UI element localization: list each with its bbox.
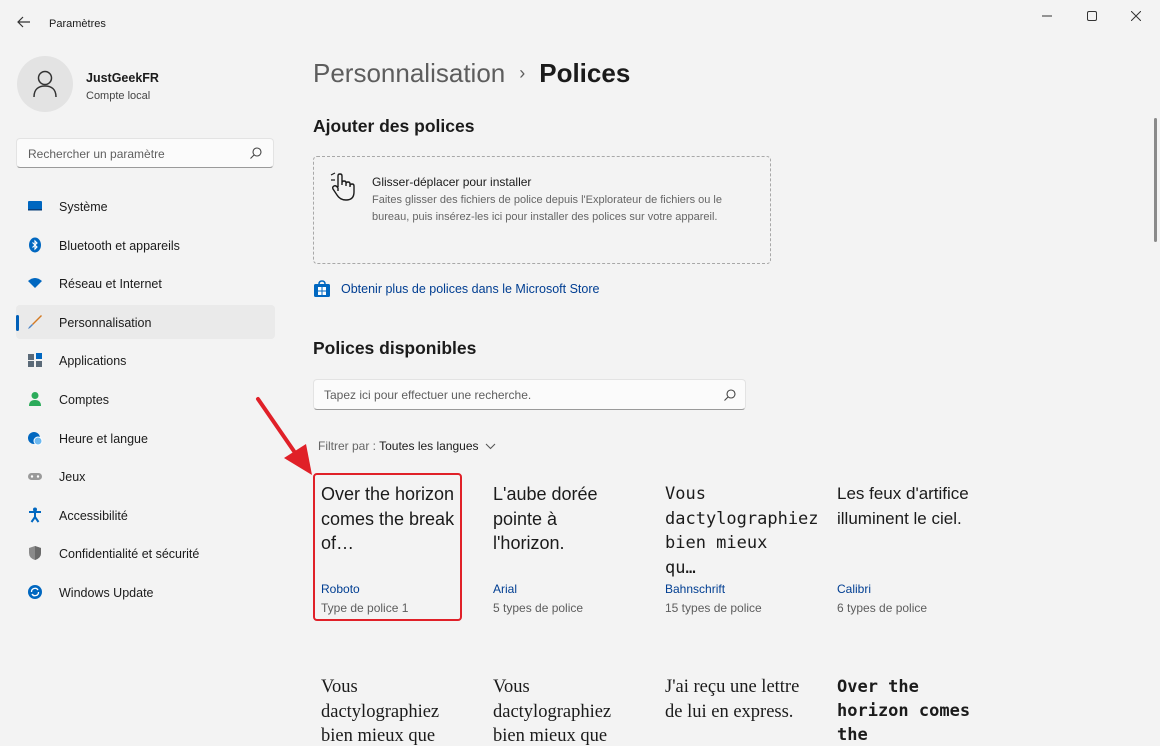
brush-icon	[28, 314, 42, 329]
sidebar-item-label: Accessibilité	[59, 508, 128, 523]
font-card[interactable]: Vous dactylographiez bien mieux que	[485, 667, 635, 746]
add-fonts-heading: Ajouter des polices	[313, 116, 475, 136]
font-card[interactable]: J'ai reçu une lettre de lui en express.	[657, 667, 807, 746]
font-preview: Over the horizon comes the	[837, 677, 971, 745]
sidebar-nav: Système Bluetooth et appareils Réseau et…	[16, 189, 275, 614]
user-name: JustGeekFR	[86, 71, 159, 85]
monitor-icon	[28, 201, 42, 211]
sidebar-item-label: Système	[59, 200, 108, 214]
account-type: Compte local	[86, 90, 151, 102]
store-icon	[314, 280, 330, 297]
drop-zone-title: Glisser-déplacer pour installer	[372, 175, 532, 189]
sidebar-item-label: Applications	[59, 354, 127, 369]
update-icon	[28, 584, 42, 599]
filter-value: Toutes les langues	[379, 439, 479, 453]
font-type-count: 15 types de police	[665, 601, 762, 615]
microsoft-store-link-label: Obtenir plus de polices dans le Microsof…	[341, 282, 600, 296]
person-icon	[29, 391, 41, 406]
page-title: Polices	[539, 58, 631, 88]
sidebar-item-personnalisation[interactable]: Personnalisation	[16, 304, 275, 340]
apps-icon	[28, 353, 42, 368]
avatar	[17, 56, 73, 112]
app-title: Paramètres	[49, 18, 106, 30]
search-icon	[250, 147, 262, 159]
font-search-placeholder: Tapez ici pour effectuer une recherche.	[324, 388, 532, 402]
filter-label: Filtrer par :	[318, 439, 380, 453]
scrollbar[interactable]	[1154, 118, 1157, 242]
sidebar-item-systeme[interactable]: Système	[16, 189, 275, 224]
font-card-bahnschrift[interactable]: Vous dactylographiez bien mieux qu… Bahn…	[657, 474, 819, 624]
sidebar-item-label: Windows Update	[59, 585, 154, 600]
font-preview: Vous dactylographiez bien mieux qu…	[665, 484, 819, 578]
sidebar-item-label: Jeux	[59, 470, 86, 485]
settings-search-input[interactable]: Rechercher un paramètre	[16, 138, 274, 168]
sidebar-item-label: Heure et langue	[59, 431, 148, 446]
back-arrow-icon[interactable]	[14, 14, 34, 34]
font-card-arial[interactable]: L'aube dorée pointe à l'horizon. Arial 5…	[485, 474, 635, 624]
search-icon	[724, 389, 736, 401]
sidebar-item-comptes[interactable]: Comptes	[16, 382, 275, 417]
gamepad-icon	[28, 473, 42, 481]
active-indicator	[16, 314, 19, 331]
chevron-down-icon	[485, 441, 496, 453]
sidebar-item-heure[interactable]: Heure et langue	[16, 421, 275, 456]
bluetooth-icon	[29, 237, 41, 253]
font-preview: L'aube dorée pointe à l'horizon.	[493, 484, 598, 553]
sidebar-item-windows-update[interactable]: Windows Update	[16, 575, 275, 610]
font-type-count: 6 types de police	[837, 601, 928, 615]
accessibility-icon	[29, 507, 41, 523]
sidebar-item-accessibilite[interactable]: Accessibilité	[16, 498, 275, 533]
sidebar-item-applications[interactable]: Applications	[16, 343, 275, 378]
highlight-box	[313, 473, 462, 621]
font-card-calibri[interactable]: Les feux d'artifice illuminent le ciel. …	[829, 474, 979, 624]
sidebar-item-label: Comptes	[59, 392, 110, 407]
title-bar: Paramètres	[0, 0, 1160, 48]
globe-clock-icon	[28, 431, 43, 446]
maximize-icon[interactable]	[1075, 6, 1109, 28]
sidebar-item-bluetooth[interactable]: Bluetooth et appareils	[16, 228, 275, 263]
font-preview: Vous dactylographiez bien mieux que	[493, 677, 612, 746]
settings-search-placeholder: Rechercher un paramètre	[28, 147, 165, 161]
sidebar-item-label: Personnalisation	[59, 315, 152, 330]
sidebar-item-label: Bluetooth et appareils	[59, 238, 180, 253]
close-icon[interactable]	[1119, 6, 1153, 28]
font-preview: Vous dactylographiez bien mieux que	[321, 677, 440, 746]
breadcrumb: Personnalisation › Polices	[313, 58, 630, 89]
sidebar-item-confidentialite[interactable]: Confidentialité et sécurité	[16, 536, 275, 571]
drag-hand-icon	[330, 172, 355, 201]
sidebar-item-jeux[interactable]: Jeux	[16, 459, 275, 494]
font-card[interactable]: Over the horizon comes the	[829, 667, 979, 746]
drop-zone-description: Faites glisser des fichiers de police de…	[372, 194, 722, 223]
annotation-arrow-icon	[256, 397, 312, 475]
font-preview: J'ai reçu une lettre de lui en express.	[665, 677, 800, 722]
shield-icon	[29, 546, 41, 561]
language-filter[interactable]: Filtrer par : Toutes les langues	[318, 439, 496, 453]
font-name: Calibri	[837, 582, 872, 596]
person-icon	[33, 70, 57, 98]
minimize-icon[interactable]	[1030, 6, 1064, 28]
available-fonts-heading: Polices disponibles	[313, 338, 477, 358]
breadcrumb-separator: ›	[519, 63, 526, 83]
font-name: Bahnschrift	[665, 582, 726, 596]
font-type-count: 5 types de police	[493, 601, 584, 615]
wifi-icon	[28, 278, 42, 289]
breadcrumb-parent[interactable]: Personnalisation	[313, 58, 505, 88]
sidebar-item-label: Réseau et Internet	[59, 277, 162, 292]
font-drop-zone[interactable]: Glisser-déplacer pour installer Faites g…	[313, 156, 771, 264]
font-card[interactable]: Vous dactylographiez bien mieux que	[313, 667, 463, 746]
font-search-input[interactable]: Tapez ici pour effectuer une recherche.	[313, 379, 746, 410]
font-name: Arial	[493, 582, 518, 596]
sidebar-item-label: Confidentialité et sécurité	[59, 547, 200, 562]
sidebar-item-reseau[interactable]: Réseau et Internet	[16, 266, 275, 301]
font-preview: Les feux d'artifice illuminent le ciel.	[837, 484, 969, 528]
